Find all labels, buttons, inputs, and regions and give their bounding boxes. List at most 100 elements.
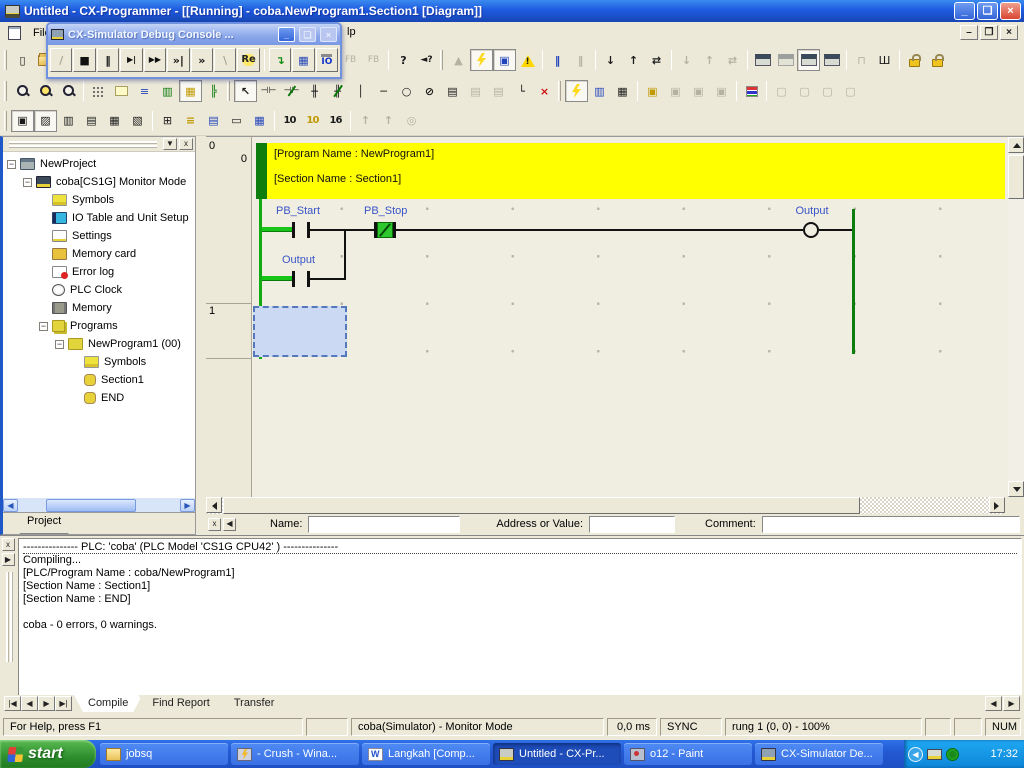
- symbol-tree-button[interactable]: ╠: [202, 80, 225, 102]
- pause-button[interactable]: ‖: [97, 48, 119, 72]
- output-expand-button[interactable]: ▶: [2, 553, 15, 566]
- toggle-cross-reference-button[interactable]: ▤: [80, 110, 103, 132]
- tree-expander-icon[interactable]: [7, 160, 16, 169]
- download-to-plc-button[interactable]: ↓: [599, 49, 622, 71]
- panel-splitter[interactable]: [196, 136, 206, 535]
- help-button[interactable]: ?: [392, 49, 415, 71]
- monitor-window-1-button[interactable]: ▢: [770, 80, 793, 102]
- go-to-previous-jump-button[interactable]: ↑: [354, 110, 377, 132]
- stop-button[interactable]: ■: [73, 48, 95, 72]
- tree-item-end[interactable]: END: [3, 389, 195, 407]
- upload-from-plc-button[interactable]: ↑: [622, 49, 645, 71]
- workspace-dropdown-button[interactable]: ▼: [163, 138, 177, 150]
- tabs-scroll-right-button[interactable]: ▶: [1003, 696, 1020, 711]
- monitor-hex-button[interactable]: 16: [324, 110, 347, 132]
- tray-collapse-icon[interactable]: ◀: [908, 747, 923, 762]
- new-file-button[interactable]: ▯: [11, 49, 34, 71]
- task-word[interactable]: Langkah [Comp...: [362, 743, 490, 765]
- io-comment-view-button[interactable]: ▦: [179, 80, 202, 102]
- compile-log[interactable]: --------------- PLC: 'coba' (PLC Model '…: [18, 538, 1022, 696]
- go-to-next-jump-button[interactable]: ↑: [377, 110, 400, 132]
- monitor-binary-button[interactable]: ▦: [248, 110, 271, 132]
- toggle-properties-button[interactable]: ▧: [126, 110, 149, 132]
- mdi-restore-button[interactable]: ❐: [980, 25, 998, 40]
- menu-help-partial[interactable]: lp: [347, 26, 356, 38]
- console-close-button[interactable]: ×: [320, 27, 337, 42]
- scroll-left-icon[interactable]: [206, 497, 222, 513]
- online-edit-cancel-button[interactable]: ▣: [710, 80, 733, 102]
- simulator-window-button[interactable]: ▣: [493, 49, 516, 71]
- dialog-view-button[interactable]: ▭: [225, 110, 248, 132]
- monitor-in-rung-button[interactable]: ▥: [156, 80, 179, 102]
- new-or-closed-contact-button[interactable]: ╫: [326, 80, 349, 102]
- tree-expander-icon[interactable]: [39, 322, 48, 331]
- toggle-project-window-button[interactable]: ▣: [11, 110, 34, 132]
- online-edit-button[interactable]: ▣: [641, 80, 664, 102]
- new-horizontal-line-button[interactable]: ─: [372, 80, 395, 102]
- io-break-condition-button[interactable]: IO: [316, 48, 338, 72]
- zoom-out-button[interactable]: [57, 80, 80, 102]
- tab-find-report[interactable]: Find Report: [138, 695, 223, 712]
- start-button[interactable]: start: [0, 740, 96, 768]
- tree-item-settings[interactable]: Settings: [3, 227, 195, 245]
- interrupt-condition-button[interactable]: ▦: [292, 48, 314, 72]
- tree-item-newproject[interactable]: NewProject: [3, 155, 195, 173]
- ladder-view-button[interactable]: ▤: [202, 110, 225, 132]
- monitor-mode-button[interactable]: [797, 49, 820, 71]
- tree-expander-icon[interactable]: [55, 340, 64, 349]
- comment-input[interactable]: [762, 516, 1020, 533]
- pause-monitoring-button[interactable]: ‖: [546, 49, 569, 71]
- ladder-vscrollbar[interactable]: [1008, 137, 1024, 497]
- monitor-window-2-button[interactable]: ▢: [793, 80, 816, 102]
- task-jobsq[interactable]: jobsq: [100, 743, 228, 765]
- tree-item-programs[interactable]: Programs: [3, 317, 195, 335]
- force-on-button[interactable]: [903, 49, 926, 71]
- differential-monitor-button[interactable]: Ш: [873, 49, 896, 71]
- selected-cell[interactable]: [253, 306, 347, 357]
- console-title-bar[interactable]: CX-Simulator Debug Console ... _ ❏ ×: [48, 24, 340, 45]
- debug-mode-button[interactable]: [774, 49, 797, 71]
- new-instruction-button[interactable]: ▤: [441, 80, 464, 102]
- pause-at-button[interactable]: \: [214, 48, 236, 72]
- workspace-hscrollbar[interactable]: ◀ ▶: [3, 497, 195, 512]
- tray-keyboard-icon[interactable]: [927, 749, 942, 760]
- new-instruction-3-button[interactable]: ▤: [487, 80, 510, 102]
- new-contact-button[interactable]: ⊣⊢: [257, 80, 280, 102]
- scroll-up-icon[interactable]: [1008, 137, 1024, 153]
- address-reference-tool-button[interactable]: [740, 80, 763, 102]
- tree-item-section1[interactable]: Section1: [3, 371, 195, 389]
- scroll-thumb[interactable]: [1008, 155, 1024, 199]
- new-instruction-2-button[interactable]: ▤: [464, 80, 487, 102]
- tree-item-memory[interactable]: Memory: [3, 299, 195, 317]
- tree-item-newprogram1[interactable]: NewProgram1 (00): [3, 335, 195, 353]
- tree-item-memory-card[interactable]: Memory card: [3, 245, 195, 263]
- work-online-simulator-button[interactable]: [470, 49, 493, 71]
- task-paint[interactable]: o12 - Paint: [624, 743, 752, 765]
- closed-contact-pb-stop-icon[interactable]: [377, 222, 393, 238]
- tree-item-symbols[interactable]: Symbols: [3, 191, 195, 209]
- tree-item-error-log[interactable]: Error log: [3, 263, 195, 281]
- change-plc-button[interactable]: ▲: [447, 49, 470, 71]
- name-input[interactable]: [308, 516, 460, 533]
- coil-output-icon[interactable]: [803, 222, 819, 238]
- tab-project[interactable]: Project: [11, 513, 77, 534]
- last-tab-button[interactable]: ▶|: [55, 696, 72, 711]
- new-line-connect-button[interactable]: └: [510, 80, 533, 102]
- workspace-gripper[interactable]: [9, 141, 157, 148]
- prev-tab-button[interactable]: ◀: [21, 696, 38, 711]
- new-or-contact-button[interactable]: ╫: [303, 80, 326, 102]
- function-block-instance-button[interactable]: FB: [362, 49, 385, 71]
- step-run-button[interactable]: ▶|: [120, 48, 142, 72]
- contact-output-icon[interactable]: [292, 271, 295, 287]
- contact-pb-start-icon[interactable]: [292, 222, 295, 238]
- monitor-window-3-button[interactable]: ▢: [816, 80, 839, 102]
- mnemonics-view-button[interactable]: ≡: [179, 110, 202, 132]
- new-vertical-line-button[interactable]: │: [349, 80, 372, 102]
- mdi-close-button[interactable]: ×: [1000, 25, 1018, 40]
- continuous-step-run-button[interactable]: ▶▶: [144, 48, 166, 72]
- tree-item-plc-clock[interactable]: PLC Clock: [3, 281, 195, 299]
- tree-expander-icon[interactable]: [23, 178, 32, 187]
- tab-transfer[interactable]: Transfer: [220, 695, 289, 712]
- address-input[interactable]: [589, 516, 675, 533]
- edit-bar-close-button[interactable]: x: [208, 518, 221, 531]
